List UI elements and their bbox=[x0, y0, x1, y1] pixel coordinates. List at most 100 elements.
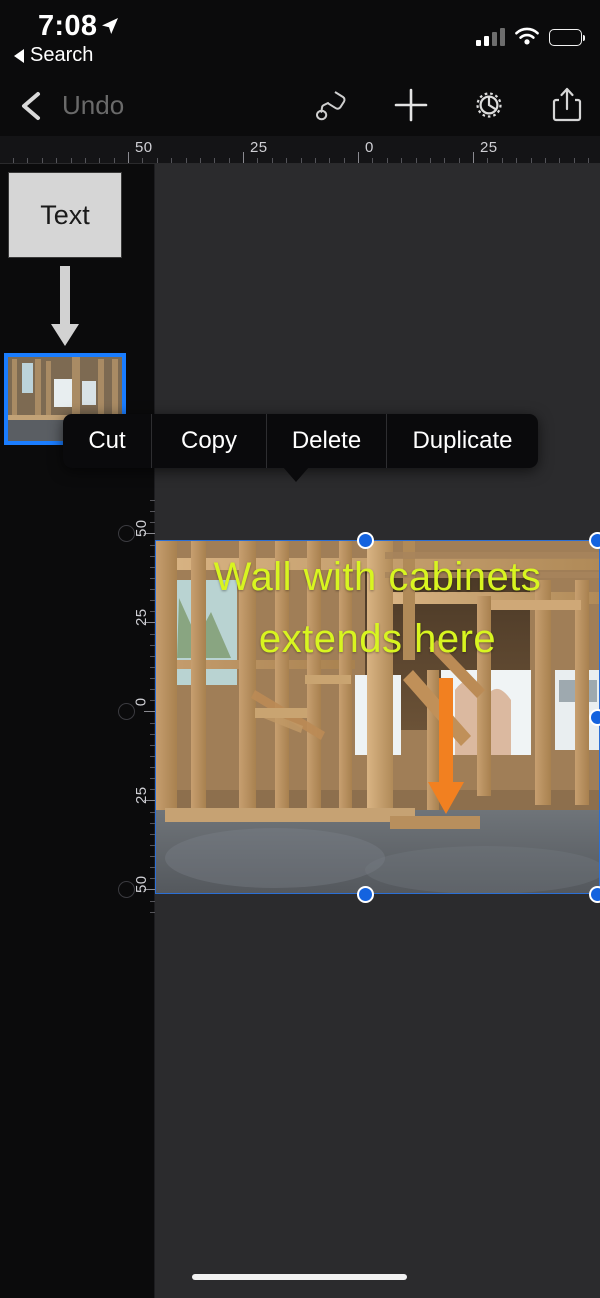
ruler-minor-tick bbox=[27, 158, 28, 163]
ruler-minor-tick bbox=[416, 158, 417, 163]
ruler-label: 25 bbox=[132, 608, 150, 627]
context-menu-item-duplicate[interactable]: Duplicate bbox=[387, 414, 538, 468]
down-arrow-icon bbox=[51, 266, 79, 346]
location-arrow-icon bbox=[102, 18, 118, 34]
home-indicator[interactable] bbox=[192, 1274, 407, 1280]
ruler-minor-tick bbox=[214, 158, 215, 163]
ruler-major-tick bbox=[243, 152, 244, 163]
paint-roller-icon[interactable] bbox=[310, 82, 356, 128]
ruler-label: 0 bbox=[365, 139, 374, 156]
back-triangle-icon bbox=[14, 48, 24, 63]
ruler-minor-tick bbox=[186, 158, 187, 163]
ruler-guide-marker bbox=[118, 525, 135, 542]
ruler-minor-tick bbox=[13, 158, 14, 163]
ruler-minor-tick bbox=[444, 158, 445, 163]
ruler-minor-tick bbox=[150, 912, 155, 913]
ruler-minor-tick bbox=[545, 158, 546, 163]
ruler-label: 25 bbox=[250, 139, 268, 156]
ruler-minor-tick bbox=[56, 158, 57, 163]
undo-button[interactable]: Undo bbox=[62, 90, 124, 121]
app-toolbar: Undo bbox=[0, 76, 600, 136]
ruler-minor-tick bbox=[200, 158, 201, 163]
ruler-minor-tick bbox=[588, 158, 589, 163]
context-menu-item-delete[interactable]: Delete bbox=[267, 414, 387, 468]
ruler-minor-tick bbox=[531, 158, 532, 163]
ruler-minor-tick bbox=[114, 158, 115, 163]
slide-thumbnail-text[interactable]: Text bbox=[8, 172, 122, 258]
ruler-label: 50 bbox=[135, 139, 153, 156]
ruler-minor-tick bbox=[574, 158, 575, 163]
ruler-minor-tick bbox=[71, 158, 72, 163]
ruler-minor-tick bbox=[430, 158, 431, 163]
ruler-minor-tick bbox=[502, 158, 503, 163]
status-bar: 7:08 Search bbox=[0, 0, 600, 76]
ruler-minor-tick bbox=[142, 158, 143, 163]
battery-icon bbox=[549, 29, 585, 46]
ruler-minor-tick bbox=[459, 158, 460, 163]
ruler-minor-tick bbox=[42, 158, 43, 163]
ruler-major-tick bbox=[128, 152, 129, 163]
ruler-guide-marker bbox=[118, 881, 135, 898]
ruler-minor-tick bbox=[329, 158, 330, 163]
toolbar-actions bbox=[310, 82, 590, 128]
horizontal-ruler: 50 25 0 25 bbox=[0, 136, 600, 164]
canvas-image-object[interactable]: Wall with cabinets extends here bbox=[155, 540, 600, 894]
wifi-icon bbox=[515, 27, 539, 45]
ruler-minor-tick bbox=[150, 500, 155, 501]
ruler-minor-tick bbox=[171, 158, 172, 163]
resize-handle-middle-right[interactable] bbox=[589, 709, 600, 726]
ruler-label: 25 bbox=[480, 139, 498, 156]
ruler-minor-tick bbox=[229, 158, 230, 163]
ruler-minor-tick bbox=[85, 158, 86, 163]
slide-thumbnail-text-label: Text bbox=[40, 199, 90, 230]
context-menu: Cut Copy Delete Duplicate bbox=[63, 414, 538, 468]
plus-icon[interactable] bbox=[388, 82, 434, 128]
ruler-minor-tick bbox=[516, 158, 517, 163]
resize-handle-top-center[interactable] bbox=[357, 532, 374, 549]
cellular-signal-icon bbox=[476, 28, 505, 46]
resize-handle-bottom-center[interactable] bbox=[357, 886, 374, 903]
ruler-minor-tick bbox=[150, 522, 155, 523]
status-indicators bbox=[476, 24, 585, 46]
resize-handle-top-right[interactable] bbox=[589, 532, 600, 549]
gear-icon[interactable] bbox=[466, 82, 512, 128]
back-button[interactable] bbox=[10, 84, 54, 128]
status-time: 7:08 bbox=[38, 10, 98, 42]
context-menu-item-copy[interactable]: Copy bbox=[152, 414, 267, 468]
ruler-minor-tick bbox=[157, 158, 158, 163]
context-menu-item-cut[interactable]: Cut bbox=[63, 414, 152, 468]
ruler-minor-tick bbox=[344, 158, 345, 163]
ruler-label: 50 bbox=[132, 875, 150, 894]
ruler-minor-tick bbox=[301, 158, 302, 163]
ruler-minor-tick bbox=[387, 158, 388, 163]
ruler-minor-tick bbox=[487, 158, 488, 163]
vertical-ruler: 50 25 0 25 50 bbox=[118, 500, 155, 920]
annotation-down-arrow-icon bbox=[428, 678, 464, 814]
ruler-label: 25 bbox=[132, 786, 150, 805]
ruler-minor-tick bbox=[257, 158, 258, 163]
back-to-search-label: Search bbox=[30, 44, 94, 66]
ruler-minor-tick bbox=[559, 158, 560, 163]
ruler-minor-tick bbox=[286, 158, 287, 163]
resize-handle-bottom-right[interactable] bbox=[589, 886, 600, 903]
ruler-major-tick bbox=[473, 152, 474, 163]
annotation-line-2: extends here bbox=[258, 617, 497, 661]
ruler-minor-tick bbox=[401, 158, 402, 163]
annotation-text: Wall with cabinets extends here bbox=[155, 546, 600, 670]
ruler-minor-tick bbox=[150, 901, 155, 902]
ruler-label: 50 bbox=[132, 519, 150, 538]
ruler-minor-tick bbox=[99, 158, 100, 163]
annotation-line-1: Wall with cabinets bbox=[213, 555, 542, 599]
back-to-search-link[interactable]: Search bbox=[14, 44, 93, 67]
ruler-label: 0 bbox=[132, 697, 150, 707]
ruler-major-tick bbox=[358, 152, 359, 163]
ruler-guide-marker bbox=[118, 703, 135, 720]
ruler-minor-tick bbox=[150, 511, 155, 512]
app-root: 7:08 Search Undo 50 25 0 25 Text 50 25 0… bbox=[0, 0, 600, 1298]
ruler-minor-tick bbox=[272, 158, 273, 163]
context-menu-pointer bbox=[283, 467, 309, 482]
ruler-minor-tick bbox=[315, 158, 316, 163]
ruler-minor-tick bbox=[372, 158, 373, 163]
ruler-major-tick bbox=[144, 711, 155, 712]
share-icon[interactable] bbox=[544, 82, 590, 128]
